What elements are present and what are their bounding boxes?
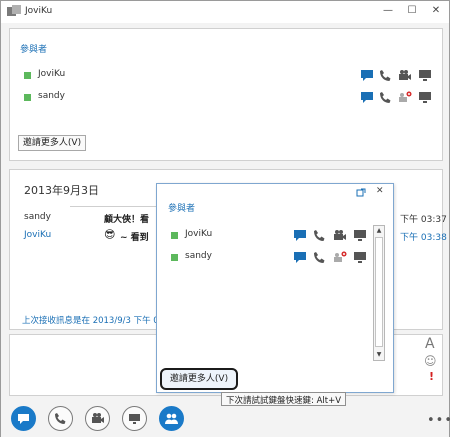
participant-name: JoviKu (38, 69, 66, 79)
flyout-heading: 參與者 (168, 204, 196, 214)
message-time: 下午 03:38 (400, 233, 447, 243)
chat-icon[interactable] (293, 229, 307, 242)
phone-icon[interactable] (312, 229, 326, 242)
flyout-scrollbar[interactable]: ▲ ▼ (373, 225, 385, 361)
video-unavailable-icon (399, 91, 412, 102)
flyout-close-button[interactable]: ✕ (376, 186, 384, 196)
flyout-invite-more-button[interactable]: 邀請更多人(V) (160, 368, 238, 390)
close-button[interactable]: ✕ (427, 3, 445, 19)
participants-flyout: 參與者 ✕ JoviKu sandy ▲ ▼ 邀請更多人(V) (156, 183, 394, 393)
flyout-participant-row-joviku[interactable]: JoviKu (171, 229, 367, 243)
chat-icon[interactable] (360, 91, 374, 104)
speech-bubble-icon (18, 414, 29, 424)
participant-row-sandy[interactable]: sandy (24, 91, 434, 105)
message-text: ~ 看到 (120, 233, 149, 243)
date-divider (70, 206, 170, 207)
people-icon (165, 413, 178, 424)
phone-icon[interactable] (378, 69, 392, 82)
call-button[interactable] (48, 406, 73, 431)
chat-icon[interactable] (293, 251, 307, 264)
participant-name: sandy (38, 91, 65, 101)
participant-name: JoviKu (185, 229, 213, 239)
monitor-icon (129, 414, 140, 424)
more-options-button[interactable]: ••• (427, 413, 450, 428)
video-unavailable-icon (334, 251, 347, 262)
scroll-thumb[interactable] (375, 237, 383, 347)
maximize-button[interactable]: ☐ (403, 3, 421, 19)
message-sender: sandy (24, 212, 51, 222)
monitor-icon[interactable] (418, 69, 432, 82)
video-button[interactable] (85, 406, 110, 431)
conversation-date: 2013年9月3日 (24, 184, 99, 197)
high-importance-icon[interactable]: ! (429, 370, 434, 383)
participants-button[interactable] (159, 406, 184, 431)
presence-indicator (171, 232, 178, 239)
keyboard-shortcut-tooltip: 下次請試試鍵盤快速鍵: Alt+V (221, 392, 347, 406)
last-received-notice: 上次接收訊息是在 2013/9/3 下午 0 (22, 316, 159, 326)
phone-icon[interactable] (312, 251, 326, 264)
participants-heading: 參與者 (20, 45, 48, 55)
video-camera-icon (92, 413, 104, 423)
popout-icon[interactable] (356, 188, 366, 197)
message-time: 下午 03:37 (400, 215, 447, 225)
emoticon-icon[interactable]: ☺ (424, 354, 437, 368)
sunglasses-emoticon-icon: 😎 (104, 228, 116, 241)
monitor-icon[interactable] (353, 251, 367, 264)
phone-icon[interactable] (378, 91, 392, 104)
participant-row-joviku[interactable]: JoviKu (24, 69, 434, 83)
invite-more-button[interactable]: 邀請更多人(V) (18, 135, 86, 151)
presence-indicator (24, 72, 31, 79)
lync-app-icon (7, 5, 21, 16)
phone-icon (55, 413, 66, 424)
window-title: JoviKu (25, 6, 53, 16)
bottom-toolbar: ••• (1, 401, 450, 437)
participant-name: sandy (185, 251, 212, 261)
video-camera-icon[interactable] (333, 229, 347, 242)
scroll-down-icon[interactable]: ▼ (374, 350, 384, 360)
presence-indicator (24, 94, 31, 101)
minimize-button[interactable]: — (379, 3, 397, 19)
video-camera-icon[interactable] (398, 69, 412, 82)
im-button[interactable] (11, 406, 36, 431)
conversation-window: JoviKu — ☐ ✕ 參與者 JoviKu sandy 邀請更多人(V) 2… (0, 0, 450, 437)
font-icon[interactable]: A (425, 336, 435, 352)
scroll-up-icon[interactable]: ▲ (374, 226, 384, 236)
monitor-icon[interactable] (353, 229, 367, 242)
message-text: 顧大俠！看 (104, 215, 150, 225)
flyout-participant-row-sandy[interactable]: sandy (171, 251, 367, 265)
present-button[interactable] (122, 406, 147, 431)
participants-panel: 參與者 JoviKu sandy 邀請更多人(V) (9, 28, 443, 161)
message-sender: JoviKu (24, 230, 52, 240)
chat-icon[interactable] (360, 69, 374, 82)
presence-indicator (171, 254, 178, 261)
monitor-icon[interactable] (418, 91, 432, 104)
title-bar: JoviKu — ☐ ✕ (1, 1, 449, 23)
